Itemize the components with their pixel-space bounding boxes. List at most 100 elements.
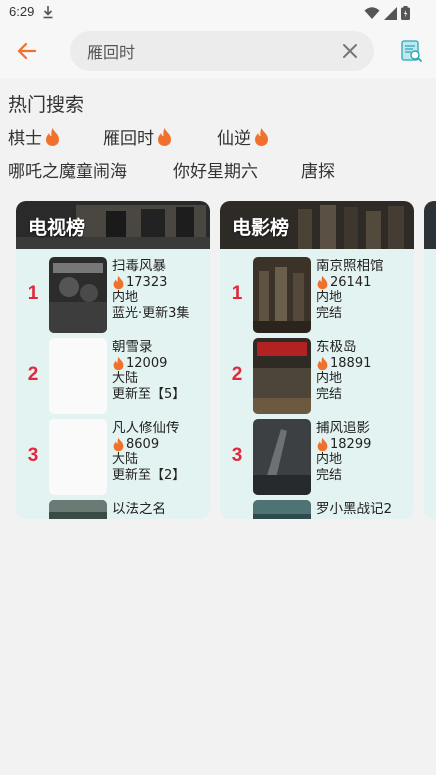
item-info: 罗小黑战记2 [316,502,412,518]
item-status: 完结 [316,467,343,483]
heat-value: 12009 [126,355,168,371]
tv-ranking-card: 电视榜 1 扫毒风暴 17323 内地 蓝光·更新3集 2 朝雪录 12009 … [16,201,210,519]
item-name: 朝雪录 [112,340,153,355]
ranking-item[interactable]: 以法之名 [16,500,210,519]
poster-image [253,419,311,495]
hot-keyword-label: 雁回时 [103,129,154,149]
heat-value: 17323 [126,274,168,290]
hot-keyword[interactable]: 棋士 [8,124,61,149]
item-name: 捕风追影 [316,421,370,436]
rank-number: 1 [231,283,243,304]
item-name: 以法之名 [112,502,166,517]
hot-search-title: 热门搜索 [8,94,85,116]
ranking-item[interactable]: 3 凡人修仙传 8609 大陆 更新至【2】 [16,419,210,499]
item-heat: 18299 [316,437,412,453]
item-info: 朝雪录 12009 大陆 更新至【5】 [112,340,208,402]
item-status: 更新至【2】 [112,467,186,483]
heat-value: 18299 [330,436,372,452]
ranking-item[interactable]: 2 朝雪录 12009 大陆 更新至【5】 [16,338,210,418]
hot-keyword[interactable]: 仙逆 [217,124,270,149]
item-status: 完结 [316,305,343,321]
hot-keyword-label: 唐探 [301,162,335,182]
ranking-item[interactable]: 3 捕风追影 18299 内地 完结 [220,419,414,499]
flame-icon [317,437,328,451]
download-icon [42,4,54,23]
hot-keyword-label: 哪吒之魔童闹海 [8,162,127,182]
battery-icon [401,5,410,24]
ranking-item[interactable]: 罗小黑战记2 [220,500,414,519]
hot-keyword[interactable]: 你好星期六 [173,157,258,182]
ranking-header: 电视榜 [16,201,210,249]
item-region: 内地 [112,290,139,305]
item-region: 大陆 [112,452,139,467]
item-info: 扫毒风暴 17323 内地 蓝光·更新3集 [112,259,208,321]
poster-image [49,338,107,414]
hot-keyword-label: 棋士 [8,129,42,149]
ranking-title: 电视榜 [28,217,86,239]
item-status: 更新至【5】 [112,386,186,402]
ranking-title: 电影榜 [232,217,290,239]
ranking-header: 电影榜 [220,201,414,249]
poster-image [253,500,311,519]
poster-image [49,500,107,519]
item-name: 扫毒风暴 [112,259,166,274]
ranking-item[interactable]: 2 东极岛 18891 内地 完结 [220,338,414,418]
item-heat: 17323 [112,275,208,291]
heat-value: 26141 [330,274,372,290]
item-heat: 18891 [316,356,412,372]
status-time: 6:29 [9,4,35,19]
wifi-icon [364,5,380,24]
flame-icon [317,275,328,289]
item-name: 东极岛 [316,340,357,355]
heat-value: 8609 [126,436,160,452]
item-region: 大陆 [112,371,139,386]
ranking-item[interactable]: 1 扫毒风暴 17323 内地 蓝光·更新3集 [16,257,210,337]
item-status: 蓝光·更新3集 [112,305,190,321]
rank-number: 3 [27,445,39,466]
item-status: 完结 [316,386,343,402]
item-info: 捕风追影 18299 内地 完结 [316,421,412,483]
scan-icon[interactable] [398,38,424,64]
poster-image [253,338,311,414]
item-name: 南京照相馆 [316,259,384,274]
header-backdrop [424,201,436,249]
rank-number: 2 [27,364,39,385]
flame-icon [317,356,328,370]
item-region: 内地 [316,452,343,467]
flame-icon [113,356,124,370]
item-info: 凡人修仙传 8609 大陆 更新至【2】 [112,421,208,483]
rank-number: 2 [231,364,243,385]
search-box[interactable] [70,31,374,71]
flame-icon [158,127,171,146]
rank-number: 1 [27,283,39,304]
flame-icon [113,275,124,289]
flame-icon [46,127,59,146]
flame-icon [255,127,268,146]
hot-keyword[interactable]: 雁回时 [103,124,173,149]
hot-keyword-label: 你好星期六 [173,162,258,182]
signal-icon [384,5,397,24]
poster-image [49,419,107,495]
status-bar: 6:29 [0,0,436,24]
item-region: 内地 [316,371,343,386]
item-heat: 8609 [112,437,208,453]
item-info: 东极岛 18891 内地 完结 [316,340,412,402]
item-name: 罗小黑战记2 [316,502,393,517]
movie-ranking-card: 电影榜 1 南京照相馆 26141 内地 完结 2 东极岛 18891 内地 完… [220,201,414,519]
poster-image [253,257,311,333]
search-header [0,24,436,78]
item-region: 内地 [316,290,343,305]
poster-image [49,257,107,333]
close-icon[interactable] [341,42,359,60]
hot-keyword-label: 仙逆 [217,129,251,149]
ranking-item[interactable]: 1 南京照相馆 26141 内地 完结 [220,257,414,337]
next-ranking-card[interactable] [424,201,436,519]
item-name: 凡人修仙传 [112,421,180,436]
item-info: 以法之名 [112,502,208,518]
search-input[interactable] [87,31,327,71]
rank-number: 3 [231,445,243,466]
back-arrow-icon[interactable] [14,38,40,64]
hot-keyword[interactable]: 哪吒之魔童闹海 [8,157,127,182]
item-heat: 12009 [112,356,208,372]
hot-keyword[interactable]: 唐探 [301,157,335,182]
